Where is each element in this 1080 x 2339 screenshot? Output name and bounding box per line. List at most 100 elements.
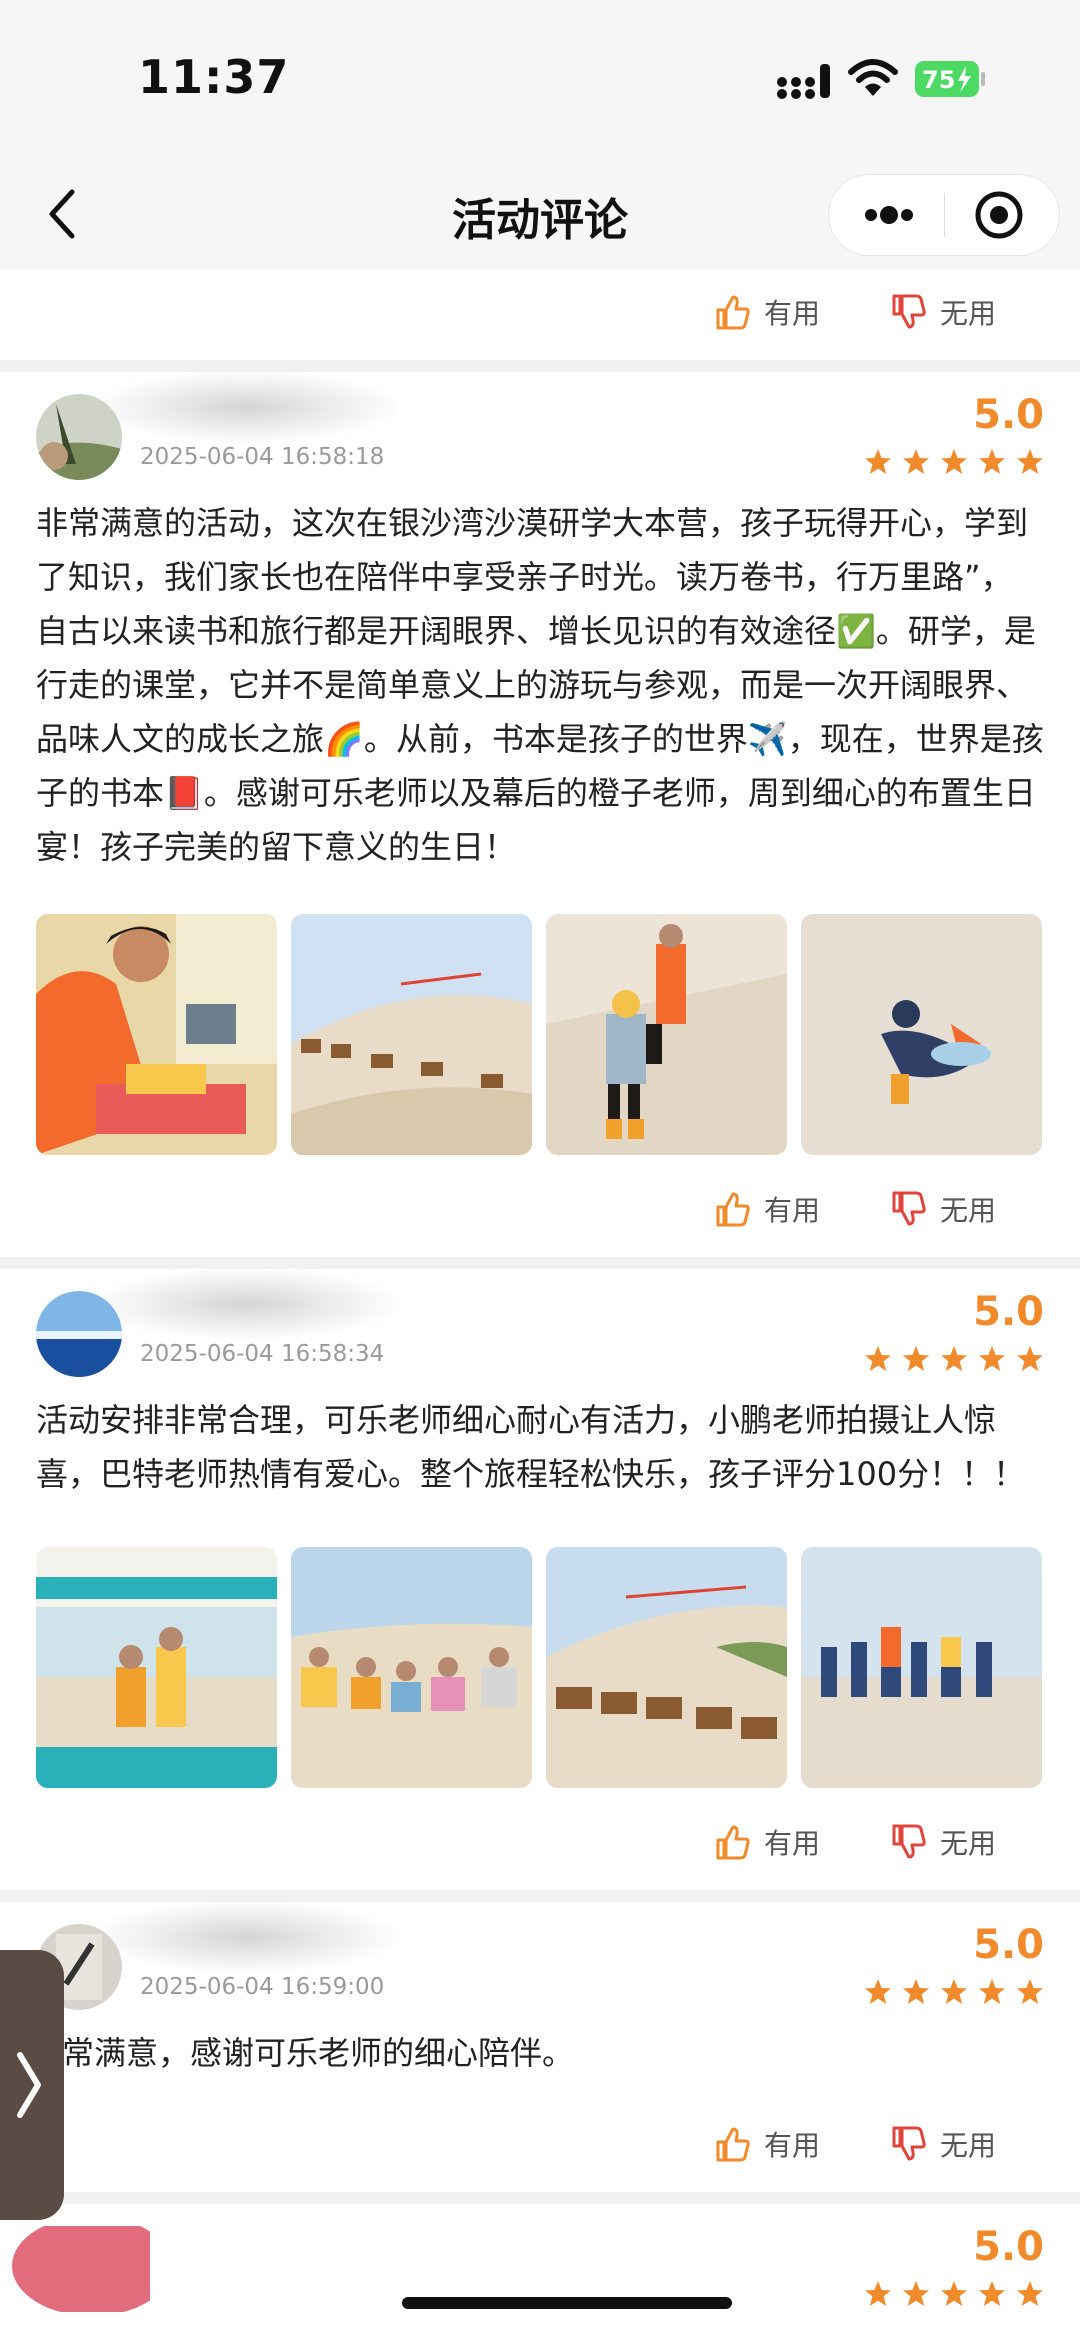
star-icon [941, 1979, 967, 2004]
review-header: 2025-06-04 16:59:00 5.0 [36, 1902, 1044, 2022]
wifi-icon [848, 59, 898, 96]
review-text: 常满意，感谢可乐老师的细心陪伴。 [62, 2034, 575, 2072]
star-icon [941, 2281, 967, 2306]
star-icon [941, 1346, 967, 1371]
review-actions: 有用 无用 [0, 1800, 1080, 1890]
star-icon [903, 2281, 929, 2306]
star-icon [1017, 1346, 1043, 1371]
review-item: 2025-06-04 16:59:00 5.0 常满意，感谢可乐老师的细心陪伴。 [0, 1902, 1080, 2080]
star-rating [854, 2280, 1044, 2308]
useful-label: 有用 [764, 2129, 821, 2162]
review-score: 5.0 [973, 2224, 1044, 2270]
review-header: 2025-06-04 16:58:18 5.0 [36, 372, 1044, 492]
thumbs-down-icon [892, 1191, 926, 1226]
useful-button[interactable]: 有用 [712, 1189, 820, 1229]
useful-label: 有用 [764, 297, 821, 330]
nav-bar: 活动评论 [0, 160, 1080, 270]
star-rating [854, 1978, 1044, 2006]
useful-button[interactable]: 有用 [712, 292, 820, 332]
star-icon [903, 1979, 929, 2004]
chevron-right-icon [17, 2052, 41, 2118]
username-redacted [96, 1269, 396, 1339]
battery-icon: 75 [915, 61, 985, 97]
review-date: 2025-06-04 16:59:00 [140, 1974, 385, 2000]
photo-grid [36, 1547, 1044, 1788]
star-icon [979, 449, 1005, 474]
separator [0, 1257, 1080, 1269]
home-indicator[interactable] [402, 2297, 732, 2309]
review-score: 5.0 [973, 392, 1044, 438]
review-photo[interactable] [36, 914, 277, 1155]
review-actions: 有用 无用 [0, 2102, 1080, 2192]
review-photo[interactable] [291, 1547, 532, 1788]
miniprogram-capsule [828, 174, 1060, 256]
thumbs-up-icon [716, 1825, 750, 1860]
thumbs-down-icon [892, 1824, 926, 1859]
review-text: 活动安排非常合理，可乐老师细心耐心有活力，小鹏老师拍摄让人惊喜，巴特老师热情有爱… [36, 1401, 1026, 1493]
review-feed[interactable]: 有用 无用 2025-06-04 16:58:18 5.0 非常满意的活动，这次… [0, 270, 1080, 2339]
review-score: 5.0 [973, 1922, 1044, 1968]
avatar[interactable] [36, 1291, 122, 1377]
review-photo[interactable] [801, 1547, 1042, 1788]
star-icon [941, 449, 967, 474]
star-icon [1017, 449, 1043, 474]
useless-button[interactable]: 无用 [888, 292, 996, 332]
review-date: 2025-06-04 16:58:18 [140, 444, 385, 470]
review-actions: 有用 无用 [0, 1167, 1080, 1257]
useless-label: 无用 [940, 1827, 997, 1860]
avatar[interactable] [0, 2226, 150, 2312]
star-rating [854, 448, 1044, 476]
review-photo[interactable] [546, 1547, 787, 1788]
star-icon [865, 1979, 891, 2004]
separator [0, 360, 1080, 372]
star-icon [903, 449, 929, 474]
useless-label: 无用 [940, 1194, 997, 1227]
floating-side-tab[interactable] [0, 1950, 64, 2220]
useful-label: 有用 [764, 1827, 821, 1860]
useless-button[interactable]: 无用 [888, 1822, 996, 1862]
close-target-icon[interactable] [945, 175, 1060, 255]
username-redacted [96, 1902, 396, 1972]
useful-label: 有用 [764, 1194, 821, 1227]
separator [0, 1890, 1080, 1902]
star-icon [865, 2281, 891, 2306]
thumbs-up-icon [716, 295, 750, 330]
useless-label: 无用 [940, 297, 997, 330]
review-header: 2025-06-04 16:58:34 5.0 [36, 1269, 1044, 1389]
review-text: 非常满意的活动，这次在银沙湾沙漠研学大本营，孩子玩得开心，学到了知识，我们家长也… [36, 504, 1044, 866]
star-icon [1017, 2281, 1043, 2306]
star-icon [903, 1346, 929, 1371]
thumbs-down-icon [892, 294, 926, 329]
photo-grid [36, 914, 1044, 1155]
review-photo[interactable] [291, 914, 532, 1155]
star-icon [1017, 1979, 1043, 2004]
status-bar: 11:37 75 [0, 0, 1080, 160]
thumbs-up-icon [716, 2127, 750, 2162]
useful-button[interactable]: 有用 [712, 1822, 820, 1862]
useful-button[interactable]: 有用 [712, 2124, 820, 2164]
star-icon [979, 1979, 1005, 2004]
star-icon [865, 1346, 891, 1371]
useless-button[interactable]: 无用 [888, 2124, 996, 2164]
separator [0, 2192, 1080, 2204]
review-photo[interactable] [801, 914, 1042, 1155]
review-photo[interactable] [546, 914, 787, 1155]
thumbs-down-icon [892, 2126, 926, 2161]
avatar[interactable] [36, 394, 122, 480]
username-redacted [96, 372, 396, 442]
battery-level: 75 [922, 66, 955, 94]
review-score: 5.0 [973, 1289, 1044, 1335]
signal-icon [777, 64, 830, 99]
star-icon [865, 449, 891, 474]
review-photo[interactable] [36, 1547, 277, 1788]
star-icon [979, 1346, 1005, 1371]
review-item: 2025-06-04 16:58:18 5.0 非常满意的活动，这次在银沙湾沙漠… [0, 372, 1080, 1155]
review-date: 2025-06-04 16:58:34 [140, 1341, 385, 1367]
more-icon[interactable] [829, 175, 944, 255]
status-time: 11:37 [138, 50, 290, 104]
star-icon [979, 2281, 1005, 2306]
review-item: 2025-06-04 16:58:34 5.0 活动安排非常合理，可乐老师细心耐… [0, 1269, 1080, 1788]
review-actions: 有用 无用 [0, 270, 1080, 360]
useless-button[interactable]: 无用 [888, 1189, 996, 1229]
thumbs-up-icon [716, 1192, 750, 1227]
